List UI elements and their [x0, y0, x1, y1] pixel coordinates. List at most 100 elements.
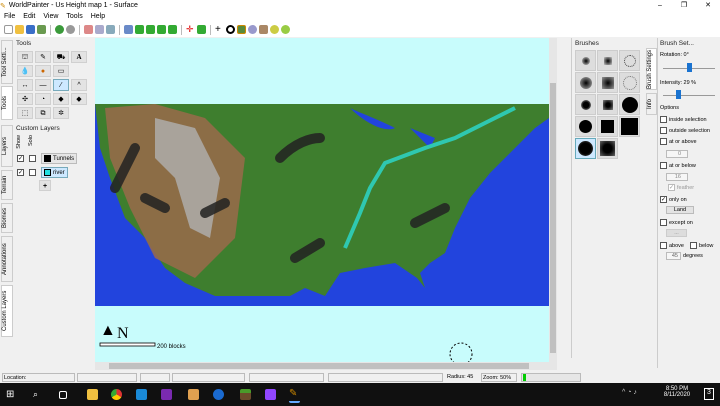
menu-tools[interactable]: Tools	[62, 13, 86, 20]
flatten-tool[interactable]: —	[35, 79, 51, 91]
fit-icon[interactable]	[197, 25, 206, 34]
tab-custom-layers[interactable]: Custom Layers	[1, 285, 13, 337]
zoom-out-icon[interactable]	[84, 25, 93, 34]
close-button[interactable]: ✕	[696, 0, 720, 11]
spray-tool[interactable]: ⛫	[17, 51, 33, 63]
except-on-dropdown[interactable]: ...	[666, 229, 687, 237]
fill-tool[interactable]: ⛟	[53, 51, 69, 63]
tray-icons[interactable]: ^ ◔ ♪	[622, 389, 637, 396]
task-view-icon[interactable]	[59, 391, 67, 399]
plus-icon[interactable]: +	[215, 25, 224, 35]
chrome-icon[interactable]	[111, 389, 122, 400]
pencil-tool[interactable]: ✎	[35, 51, 51, 63]
undo-icon[interactable]	[55, 25, 64, 34]
minimize-button[interactable]: –	[648, 0, 672, 11]
shade-icon[interactable]	[259, 25, 268, 34]
grid-icon[interactable]	[124, 25, 133, 34]
export-icon[interactable]	[37, 25, 46, 34]
globe2-icon[interactable]	[281, 25, 290, 34]
target-icon[interactable]	[226, 25, 235, 34]
smooth-tool[interactable]: ⁄	[53, 79, 69, 91]
onenote-icon[interactable]	[161, 389, 172, 400]
brush-square-medium[interactable]	[597, 72, 618, 93]
zoom-reset-icon[interactable]	[95, 25, 104, 34]
file-explorer-icon[interactable]	[87, 389, 98, 400]
minecraft-icon[interactable]	[240, 389, 251, 400]
brush-noise-large[interactable]	[619, 72, 640, 93]
notifications-icon[interactable]: 3	[704, 388, 714, 400]
only-on-dropdown[interactable]: Land	[666, 206, 694, 214]
at-or-above-option[interactable]: at or above	[660, 138, 697, 145]
maximize-button[interactable]: ❐	[672, 0, 696, 11]
save-icon[interactable]	[26, 25, 35, 34]
except-on-option[interactable]: except on	[660, 219, 693, 226]
only-on-option[interactable]: ✓ only on	[660, 196, 687, 203]
solo-checkbox[interactable]	[29, 155, 36, 162]
menu-view[interactable]: View	[39, 13, 62, 20]
brush-soft-medium[interactable]	[575, 72, 596, 93]
brush-soft-small[interactable]	[575, 50, 596, 71]
show-checkbox[interactable]: ✓	[17, 169, 24, 176]
lava-tool[interactable]: ●	[35, 65, 51, 77]
text-tool[interactable]: A	[71, 51, 87, 63]
search-icon[interactable]: ⌕	[33, 389, 44, 400]
brush-circle-hard[interactable]	[619, 94, 640, 115]
water-tool[interactable]: 💧	[17, 65, 33, 77]
sphere-tool[interactable]: ◆	[53, 93, 69, 105]
brush-square-large[interactable]	[619, 116, 640, 137]
horizontal-scrollbar[interactable]	[95, 362, 557, 370]
brush-hard-small[interactable]	[575, 94, 596, 115]
show-checkbox[interactable]: ✓	[17, 155, 24, 162]
app-icon-1[interactable]	[188, 389, 199, 400]
move-up-icon[interactable]	[168, 25, 177, 34]
tab-terrain[interactable]: Terrain	[1, 170, 13, 200]
globe-icon[interactable]	[270, 25, 279, 34]
brush-circle-medium[interactable]	[575, 116, 596, 137]
outside-selection-option[interactable]: outside selection	[660, 127, 710, 134]
at-or-above-spinner[interactable]: 0	[666, 150, 688, 158]
tab-layers[interactable]: Layers	[1, 125, 13, 167]
sponge-tool[interactable]: ▭	[53, 65, 69, 77]
brush-square-gradient[interactable]	[597, 138, 618, 159]
tab-biomes[interactable]: Biomes	[1, 203, 13, 233]
tab-tools[interactable]: Tools	[1, 86, 13, 120]
brush-square-hard-small[interactable]	[597, 94, 618, 115]
pyramid2-tool[interactable]: ◆	[71, 93, 87, 105]
feather-option[interactable]: ✓ feather	[668, 184, 694, 191]
degrees-spinner[interactable]: 45	[666, 252, 681, 260]
zoom-in-icon[interactable]	[106, 25, 115, 34]
rotate-tool[interactable]: ◔	[35, 93, 51, 105]
rotate-icon[interactable]	[135, 25, 144, 34]
solo-checkbox[interactable]	[29, 169, 36, 176]
copy-tool[interactable]: ⧉	[35, 107, 51, 119]
inside-selection-option[interactable]: inside selection	[660, 116, 707, 123]
pyramid-tool[interactable]: ✣	[17, 93, 33, 105]
at-or-below-option[interactable]: at or below	[660, 162, 696, 169]
clock[interactable]: 8:50 PM 8/11/2020	[663, 386, 691, 398]
select-tool[interactable]: ⬚	[17, 107, 33, 119]
brush-side-tabs[interactable]	[560, 38, 572, 358]
add-layer-button[interactable]: +	[39, 180, 51, 191]
open-icon[interactable]	[15, 25, 24, 34]
brush-selected[interactable]	[575, 138, 596, 159]
brush-noise[interactable]	[619, 50, 640, 71]
map-canvas[interactable]: ▲ N 200 blocks	[95, 38, 549, 362]
move-left-icon[interactable]	[157, 25, 166, 34]
view-icon[interactable]	[248, 25, 257, 34]
tab-info[interactable]: Info	[646, 93, 657, 115]
brush-square-soft[interactable]	[597, 50, 618, 71]
layer-button-river[interactable]: river	[41, 167, 68, 178]
vertical-scrollbar[interactable]	[549, 38, 557, 362]
mountain-tool[interactable]: ^	[71, 79, 87, 91]
below-option[interactable]: below	[690, 242, 713, 249]
redo-icon[interactable]	[66, 25, 75, 34]
rotation-slider[interactable]	[663, 63, 715, 72]
new-icon[interactable]	[4, 25, 13, 34]
tab-brush-settings[interactable]: Brush Settings	[646, 48, 657, 90]
twitch-icon[interactable]	[265, 389, 276, 400]
mail-icon[interactable]	[136, 389, 147, 400]
brush-square-hard[interactable]	[597, 116, 618, 137]
raise-tool[interactable]: ↔	[17, 79, 33, 91]
worldpainter-taskbar-icon[interactable]: ✎	[289, 388, 300, 403]
clear-tool[interactable]: ✲	[53, 107, 69, 119]
